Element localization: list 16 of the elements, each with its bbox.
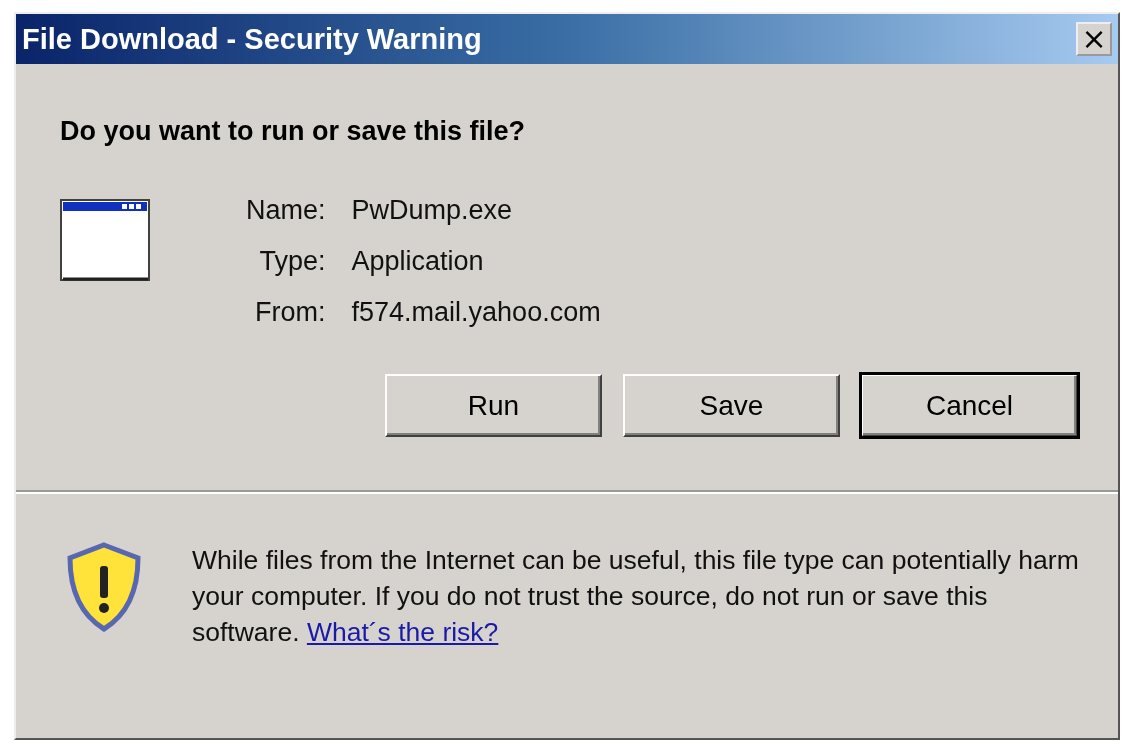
dialog-button[interactable]: Save [623,374,840,437]
window-title: File Download - Security Warning [22,22,482,56]
warning-shield-icon [66,542,142,632]
field-label: Type: [258,246,326,277]
risk-link[interactable]: What´s the risk? [306,617,499,647]
field-value: Application [351,246,485,277]
dialog-button[interactable]: Run [385,374,602,437]
close-button[interactable]: × [1076,22,1112,56]
field-value: PwDump.exe [351,195,514,226]
warning-text: While files from the Internet can be useful, this file type can potentially harm your computer. If you do not trust the source, do not run or save this software. What´s the risk? [192,544,1080,649]
question-heading: Do you want to run or save this file? [60,116,527,147]
field-value: f574.mail.yahoo.com [351,297,601,328]
field-label: From: [254,297,326,328]
field-label: Name: [246,195,326,226]
dialog-button[interactable]: Cancel [861,374,1078,437]
application-window-icon [60,199,150,281]
